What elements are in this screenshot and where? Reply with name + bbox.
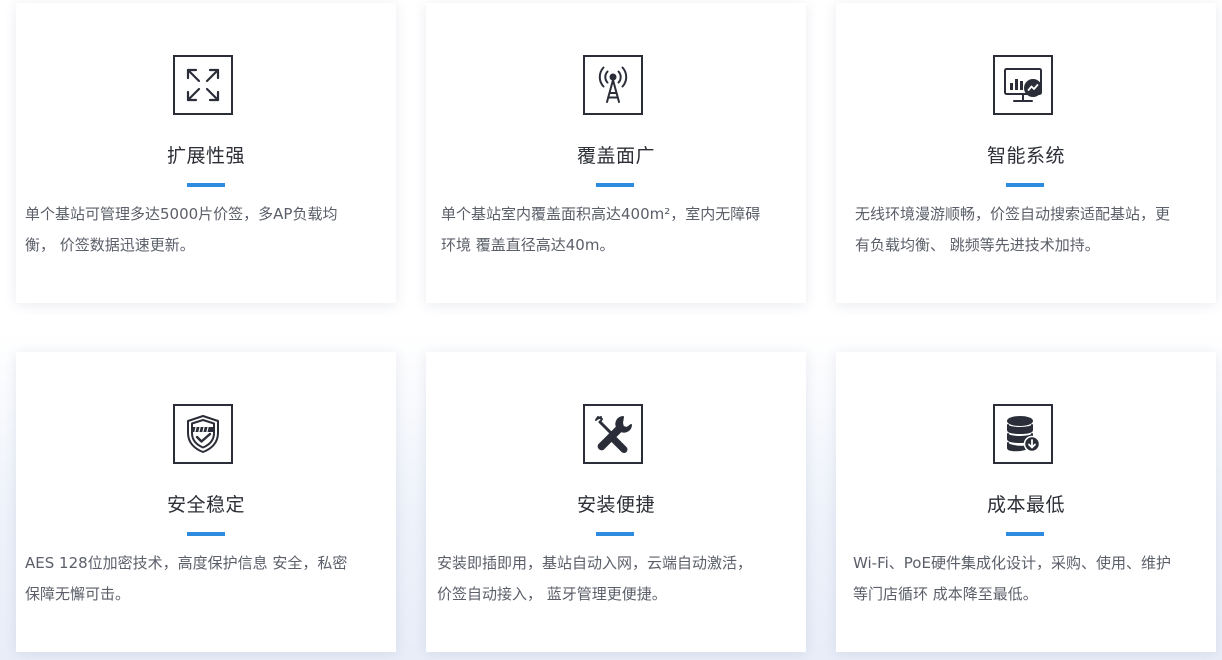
feature-card-security: 安全稳定 AES 128位加密技术，高度保护信息 安全，私密 保障无懈可击。 [16, 352, 396, 652]
accent-bar [187, 183, 225, 187]
accent-bar [1006, 183, 1044, 187]
accent-bar [1006, 532, 1044, 536]
feature-title: 智能系统 [986, 145, 1065, 167]
accent-bar [596, 532, 634, 536]
feature-card-smart-system: 智能系统 无线环境漫游顺畅，价签自动搜索适配基站，更 有负载均衡、 跳频等先进技… [836, 3, 1216, 303]
accent-bar [596, 183, 634, 187]
feature-card-coverage: 覆盖面广 单个基站室内覆盖面积高达400m²，室内无障碍 环境 覆盖直径高达40… [426, 3, 806, 303]
feature-title: 安装便捷 [576, 494, 655, 516]
feature-card-installation: 安装便捷 安装即插即用，基站自动入网，云端自动激活， 价签自动接入， 蓝牙管理更… [426, 352, 806, 652]
feature-title: 成本最低 [986, 494, 1065, 516]
feature-title: 扩展性强 [166, 145, 245, 167]
feature-card-cost: 成本最低 Wi-Fi、PoE硬件集成化设计，采购、使用、维护 等门店循环 成本降… [836, 352, 1216, 652]
feature-title: 覆盖面广 [576, 145, 655, 167]
feature-description: Wi-Fi、PoE硬件集成化设计，采购、使用、维护 等门店循环 成本降至最低。 [853, 554, 1171, 603]
smart-monitor-icon [993, 55, 1053, 115]
signal-tower-icon [583, 55, 643, 115]
accent-bar [187, 532, 225, 536]
tools-icon [583, 404, 643, 464]
feature-description: 单个基站可管理多达5000片价签，多AP负载均 衡， 价签数据迅速更新。 [25, 205, 338, 254]
shield-check-icon [173, 404, 233, 464]
feature-description: AES 128位加密技术，高度保护信息 安全，私密 保障无懈可击。 [25, 554, 348, 603]
feature-card-scalability: 扩展性强 单个基站可管理多达5000片价签，多AP负载均 衡， 价签数据迅速更新… [16, 3, 396, 303]
database-download-icon [993, 404, 1053, 464]
feature-title: 安全稳定 [166, 494, 245, 516]
feature-description: 安装即插即用，基站自动入网，云端自动激活， 价签自动接入， 蓝牙管理更便捷。 [437, 554, 753, 603]
feature-description: 无线环境漫游顺畅，价签自动搜索适配基站，更 有负载均衡、 跳频等先进技术加持。 [855, 205, 1171, 254]
feature-description: 单个基站室内覆盖面积高达400m²，室内无障碍 环境 覆盖直径高达40m。 [441, 205, 761, 254]
expand-arrows-icon [173, 55, 233, 115]
